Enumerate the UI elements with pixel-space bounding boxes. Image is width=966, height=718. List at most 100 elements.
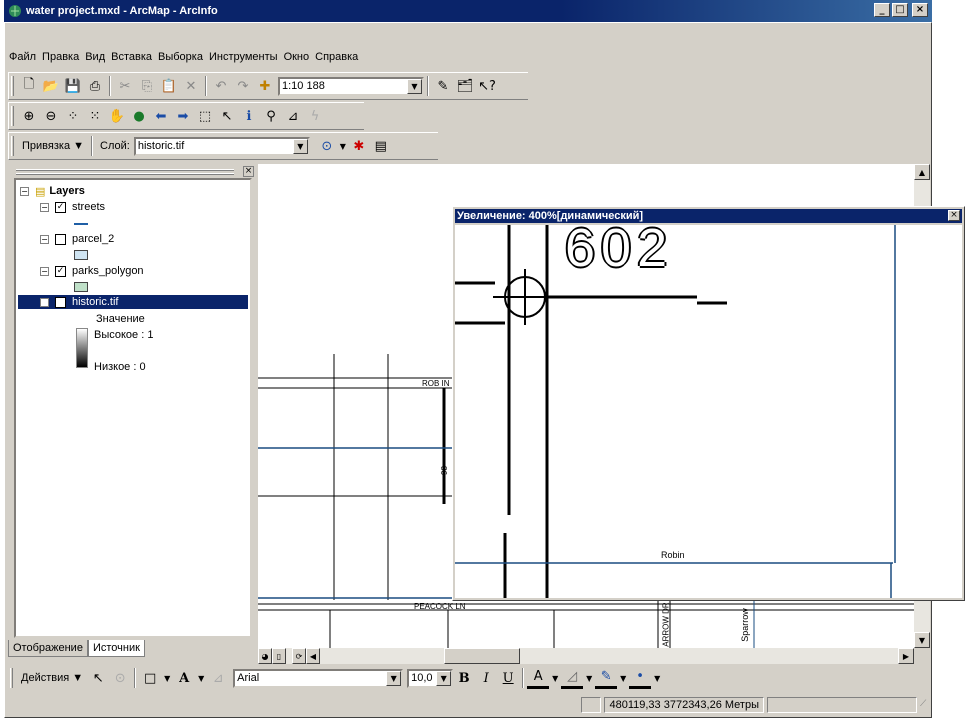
- editor-toolbar-icon[interactable]: ✎: [432, 75, 454, 97]
- fixed-zoom-out-icon[interactable]: ⁙: [84, 105, 106, 127]
- pan-hand-icon[interactable]: ✋: [106, 105, 128, 127]
- toolbar-grip[interactable]: [11, 136, 14, 156]
- layer-row-streets[interactable]: − ✓ streets: [40, 200, 105, 214]
- measure-icon[interactable]: ⊿: [282, 105, 304, 127]
- zoom-in-icon[interactable]: ⊕: [18, 105, 40, 127]
- chevron-down-icon[interactable]: ▼: [161, 667, 173, 689]
- layer-row-parks[interactable]: − ✓ parks_polygon: [40, 264, 144, 278]
- fixed-zoom-in-icon[interactable]: ⁘: [62, 105, 84, 127]
- text-tool-icon[interactable]: A: [173, 667, 195, 689]
- open-folder-icon[interactable]: 📂: [40, 75, 62, 97]
- attributes-table-icon[interactable]: ▤: [370, 135, 392, 157]
- maximize-button[interactable]: □: [892, 3, 908, 17]
- tab-display[interactable]: Отображение: [8, 640, 88, 657]
- magnifier-close-icon[interactable]: ×: [948, 210, 960, 221]
- identify-icon[interactable]: ℹ: [238, 105, 260, 127]
- sketch-tool-icon[interactable]: ✱: [348, 135, 370, 157]
- find-binoculars-icon[interactable]: ⚲: [260, 105, 282, 127]
- underline-button[interactable]: U: [497, 667, 519, 689]
- layer-checkbox[interactable]: ✓: [55, 201, 66, 213]
- toolbar-grip[interactable]: [11, 106, 14, 126]
- refresh-icon[interactable]: ⟳: [292, 648, 306, 664]
- layers-root[interactable]: − ▤ Layers: [20, 184, 85, 198]
- menu-insert[interactable]: Вставка: [108, 51, 155, 63]
- magnifier-window[interactable]: Увеличение: 400%[динамический] × 602 Rob…: [452, 206, 965, 601]
- delete-icon[interactable]: ✕: [180, 75, 202, 97]
- full-extent-globe-icon[interactable]: ●: [128, 105, 150, 127]
- font-color-icon[interactable]: A: [527, 667, 550, 689]
- chevron-down-icon[interactable]: ▼: [407, 78, 422, 94]
- save-icon[interactable]: 💾: [62, 75, 84, 97]
- line-color-pen-icon[interactable]: ✎: [595, 667, 618, 689]
- snap-tool-icon[interactable]: ⊙: [316, 135, 338, 157]
- collapse-icon[interactable]: −: [40, 202, 49, 212]
- chevron-down-icon[interactable]: ▼: [436, 670, 452, 686]
- chevron-down-icon[interactable]: ▼: [549, 667, 561, 689]
- snapping-menu[interactable]: Привязка ▼: [22, 140, 84, 152]
- redo-icon[interactable]: ↷: [232, 75, 254, 97]
- minimize-button[interactable]: _: [874, 3, 890, 17]
- close-button[interactable]: ×: [912, 3, 928, 17]
- chevron-down-icon[interactable]: ▼: [386, 670, 402, 686]
- menu-edit[interactable]: Правка: [39, 51, 82, 63]
- drawing-actions-menu[interactable]: Действия ▼: [21, 672, 83, 684]
- map-horizontal-scrollbar[interactable]: ◕ ▯ ⟳ ◀ ▶: [258, 648, 914, 664]
- add-data-icon[interactable]: ✚: [254, 75, 276, 97]
- edit-vertices-icon[interactable]: ⊿: [207, 667, 229, 689]
- menu-tools[interactable]: Инструменты: [206, 51, 281, 63]
- toc-close-icon[interactable]: ×: [243, 166, 254, 177]
- collapse-icon[interactable]: −: [40, 234, 49, 244]
- magnifier-title-bar[interactable]: Увеличение: 400%[динамический] ×: [455, 209, 962, 223]
- scale-combo[interactable]: 1:10 188 ▼: [278, 76, 424, 96]
- select-elements-arrow-icon[interactable]: ↖: [216, 105, 238, 127]
- tab-source[interactable]: Источник: [87, 640, 145, 657]
- select-elements-arrow-icon[interactable]: ↖: [87, 667, 109, 689]
- layer-row-parcel[interactable]: − parcel_2: [40, 232, 114, 246]
- cut-icon[interactable]: ✂: [114, 75, 136, 97]
- layout-view-icon[interactable]: ▯: [272, 648, 286, 664]
- print-icon[interactable]: ⎙: [84, 75, 106, 97]
- paste-icon[interactable]: 📋: [158, 75, 180, 97]
- menu-file[interactable]: Файл: [6, 51, 39, 63]
- back-arrow-icon[interactable]: ⬅: [150, 105, 172, 127]
- toolbar-grip[interactable]: [11, 76, 14, 96]
- new-document-icon[interactable]: 🗋: [18, 75, 40, 97]
- toolbar-grip[interactable]: [10, 668, 13, 688]
- menu-help[interactable]: Справка: [312, 51, 361, 63]
- scroll-down-arrow-icon[interactable]: ▼: [914, 632, 930, 648]
- copy-icon[interactable]: ⎘: [136, 75, 158, 97]
- collapse-icon[interactable]: −: [20, 186, 29, 196]
- font-combo[interactable]: Arial ▼: [233, 668, 404, 688]
- fill-color-bucket-icon[interactable]: ◿: [561, 667, 584, 689]
- menu-view[interactable]: Вид: [82, 51, 108, 63]
- scroll-right-arrow-icon[interactable]: ▶: [898, 648, 914, 664]
- collapse-icon[interactable]: −: [40, 266, 49, 276]
- menu-window[interactable]: Окно: [281, 51, 313, 63]
- italic-button[interactable]: I: [475, 667, 497, 689]
- chevron-down-icon[interactable]: ▼: [338, 135, 348, 157]
- chevron-down-icon[interactable]: ▼: [651, 667, 663, 689]
- whats-this-help-icon[interactable]: ↖?: [476, 75, 498, 97]
- layer-row-historic[interactable]: − ✓ historic.tif: [18, 295, 248, 309]
- zoom-out-icon[interactable]: ⊖: [40, 105, 62, 127]
- layer-checkbox[interactable]: [55, 233, 66, 245]
- marker-color-icon[interactable]: •: [629, 667, 652, 689]
- chevron-down-icon[interactable]: ▼: [195, 667, 207, 689]
- resize-grip-icon[interactable]: ⟋: [920, 699, 932, 711]
- layer-checkbox[interactable]: ✓: [55, 265, 66, 277]
- layer-combo[interactable]: historic.tif ▼: [133, 136, 310, 156]
- rotate-icon[interactable]: ⊙: [109, 667, 131, 689]
- font-size-combo[interactable]: 10,0 ▼: [407, 668, 454, 688]
- select-features-icon[interactable]: ⬚: [194, 105, 216, 127]
- bold-button[interactable]: B: [453, 667, 475, 689]
- undo-icon[interactable]: ↶: [210, 75, 232, 97]
- rectangle-icon[interactable]: □: [139, 667, 161, 689]
- chevron-down-icon[interactable]: ▼: [292, 138, 308, 154]
- hyperlink-lightning-icon[interactable]: ϟ: [304, 105, 326, 127]
- scroll-thumb[interactable]: [444, 648, 520, 664]
- chevron-down-icon[interactable]: ▼: [583, 667, 595, 689]
- chevron-down-icon[interactable]: ▼: [617, 667, 629, 689]
- layer-checkbox[interactable]: ✓: [55, 296, 66, 308]
- collapse-icon[interactable]: −: [40, 297, 49, 307]
- data-view-icon[interactable]: ◕: [258, 648, 272, 664]
